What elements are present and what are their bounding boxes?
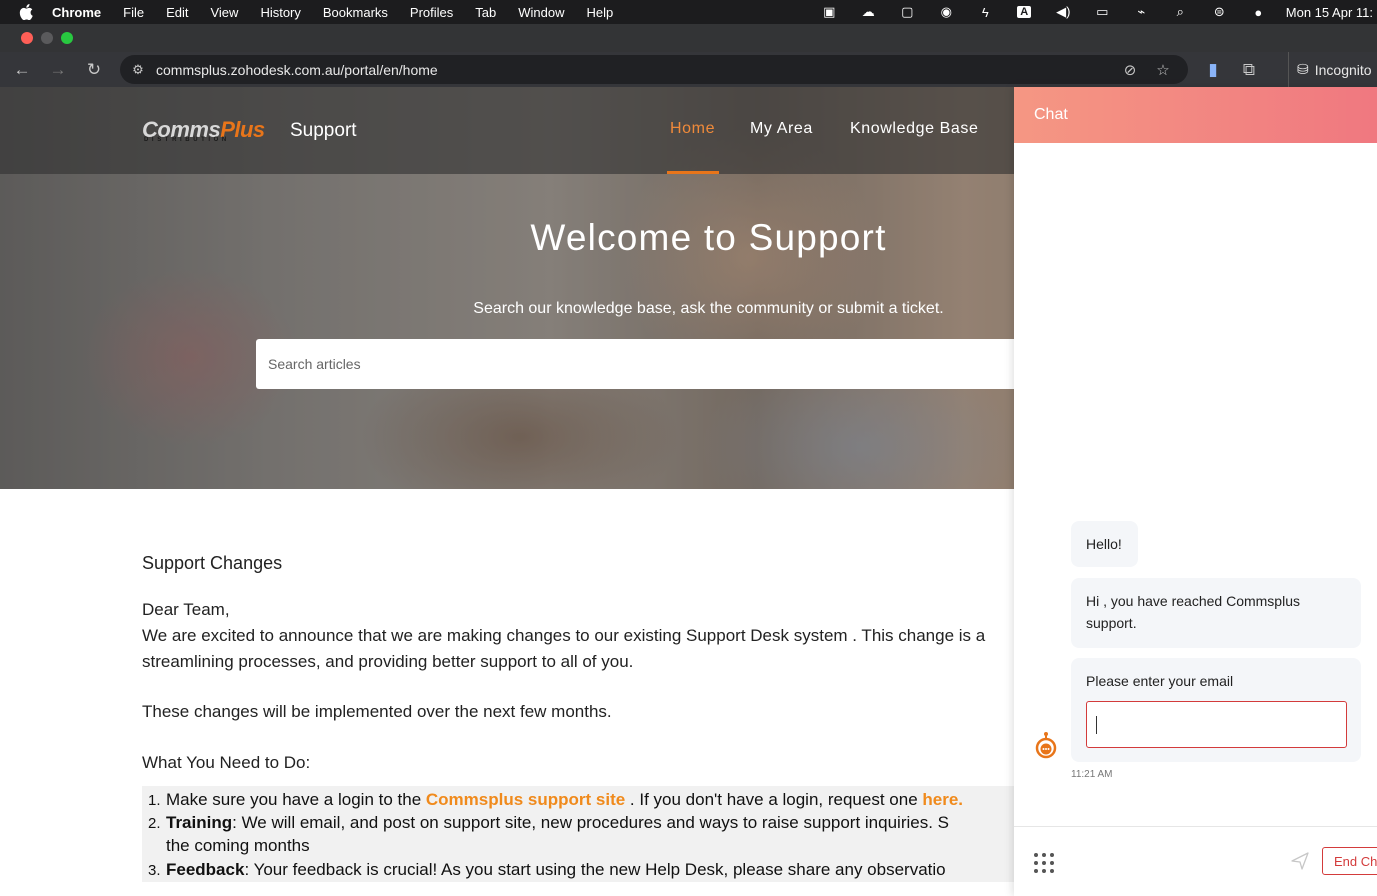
control-center-icon[interactable]: ⊜ [1200,0,1239,24]
menu-chrome[interactable]: Chrome [52,5,112,20]
email-field[interactable] [1086,701,1347,748]
message-timestamp: 11:21 AM [1071,769,1113,780]
article-title: Support Changes [142,553,283,573]
list-item: 1. Make sure you have a login to the Com… [148,788,963,811]
incognito-indicator[interactable]: ⛁ Incognito [1288,52,1372,87]
todo-heading: What You Need to Do: [142,753,311,772]
reload-icon[interactable]: ↻ [80,52,108,87]
menu-help[interactable]: Help [576,5,625,20]
volume-icon[interactable]: ◀) [1044,0,1083,24]
minimize-window-button[interactable] [41,32,53,44]
site-settings-icon[interactable]: ⚙ [120,62,156,78]
article-greeting: Dear Team, [142,600,230,619]
list-number: 1. [148,792,161,809]
nav-active-indicator [667,171,719,174]
article-paragraph: These changes will be implemented over t… [142,702,612,721]
chat-message-text: Hello! [1086,536,1122,552]
list-item-continuation: the coming months [166,834,310,857]
nav-my-area[interactable]: My Area [750,120,813,138]
support-site-link[interactable]: Commsplus support site [426,790,625,809]
menu-bookmarks[interactable]: Bookmarks [312,5,399,20]
steps-list: 1. Make sure you have a login to the Com… [142,786,1042,882]
menu-file[interactable]: File [112,5,155,20]
chat-message: Hello! [1071,521,1138,567]
extension-icon[interactable]: ▮ [1199,52,1227,87]
siri-icon[interactable]: ● [1239,0,1278,24]
menu-tab[interactable]: Tab [464,5,507,20]
address-bar-url[interactable]: commsplus.zohodesk.com.au/portal/en/home [156,62,438,78]
chat-footer: End Ch [1014,826,1377,896]
text-caret [1096,716,1097,734]
menu-edit[interactable]: Edit [155,5,199,20]
globe-icon[interactable]: ◉ [927,0,966,24]
menu-history[interactable]: History [249,5,311,20]
extensions-puzzle-icon[interactable]: ⧉ [1235,52,1263,87]
incognito-icon: ⛁ [1297,61,1309,77]
chat-email-form: Please enter your email [1071,658,1361,762]
chat-header: Chat [1014,87,1377,143]
bot-avatar-icon [1035,732,1057,759]
send-icon[interactable] [1290,851,1310,871]
apple-icon[interactable] [0,4,52,20]
outlook-icon[interactable]: ▣ [810,0,849,24]
bolt-icon[interactable]: ϟ [966,0,1005,24]
end-chat-button[interactable]: End Ch [1322,847,1377,875]
spotlight-search-icon[interactable]: ⌕ [1161,0,1200,24]
macos-menu-bar: Chrome File Edit View History Bookmarks … [0,0,1377,24]
chat-widget: Chat Hello! Hi , you have reached Commsp… [1014,87,1377,896]
battery-icon[interactable]: ▭ [1083,0,1122,24]
incognito-label: Incognito [1314,61,1372,78]
article-paragraph: We are excited to announce that we are m… [142,626,986,645]
logo-subtitle: DISTRIBUTION [144,137,230,143]
apps-grid-icon[interactable] [1034,853,1054,873]
zoom-window-button[interactable] [61,32,73,44]
step-bold-label: Training [166,813,233,832]
list-number: 2. [148,815,161,832]
chat-message-text: Hi , you have reached Commsplus support. [1086,593,1300,631]
close-window-button[interactable] [21,32,33,44]
list-item: 3. Feedback: Your feedback is crucial! A… [148,858,946,881]
browser-title-bar [0,24,1377,52]
search-input[interactable]: Search articles [256,339,1056,389]
step-text: : Your feedback is crucial! As you start… [244,860,946,879]
input-source-icon[interactable]: A [1005,0,1044,24]
menu-window[interactable]: Window [507,5,575,20]
chat-title: Chat [1034,106,1068,123]
step-text: . If you don't have a login, request one [625,790,923,809]
portal-brand-label[interactable]: Support [290,120,357,142]
chat-message: Hi , you have reached Commsplus support. [1071,578,1361,648]
list-item: 2. Training: We will email, and post on … [148,811,950,834]
nav-knowledge-base[interactable]: Knowledge Base [850,120,979,138]
nav-home[interactable]: Home [670,120,715,138]
back-arrow-icon[interactable]: ← [8,52,36,87]
list-number: 3. [148,862,161,879]
cloud-icon[interactable]: ☁ [849,0,888,24]
address-bar[interactable]: ⚙ commsplus.zohodesk.com.au/portal/en/ho… [120,55,1188,84]
menu-profiles[interactable]: Profiles [399,5,464,20]
forward-arrow-icon[interactable]: → [44,52,72,87]
step-text: Make sure you have a login to the [166,790,426,809]
browser-toolbar: ← → ↻ ⚙ commsplus.zohodesk.com.au/portal… [0,52,1377,87]
step-text: the coming months [166,836,310,855]
request-login-link[interactable]: here. [922,790,963,809]
eye-off-icon[interactable]: ⊘ [1116,55,1144,84]
step-text: : We will email, and post on support sit… [232,813,950,832]
menu-bar-clock[interactable]: Mon 15 Apr 11: [1278,5,1377,20]
step-bold-label: Feedback [166,860,245,879]
bookmark-star-icon[interactable]: ☆ [1149,55,1177,84]
menu-view[interactable]: View [199,5,249,20]
screen-icon[interactable]: ▢ [888,0,927,24]
email-prompt-label: Please enter your email [1086,673,1234,689]
article-paragraph: streamlining processes, and providing be… [142,652,634,671]
wifi-off-icon[interactable]: ⌁ [1122,0,1161,24]
